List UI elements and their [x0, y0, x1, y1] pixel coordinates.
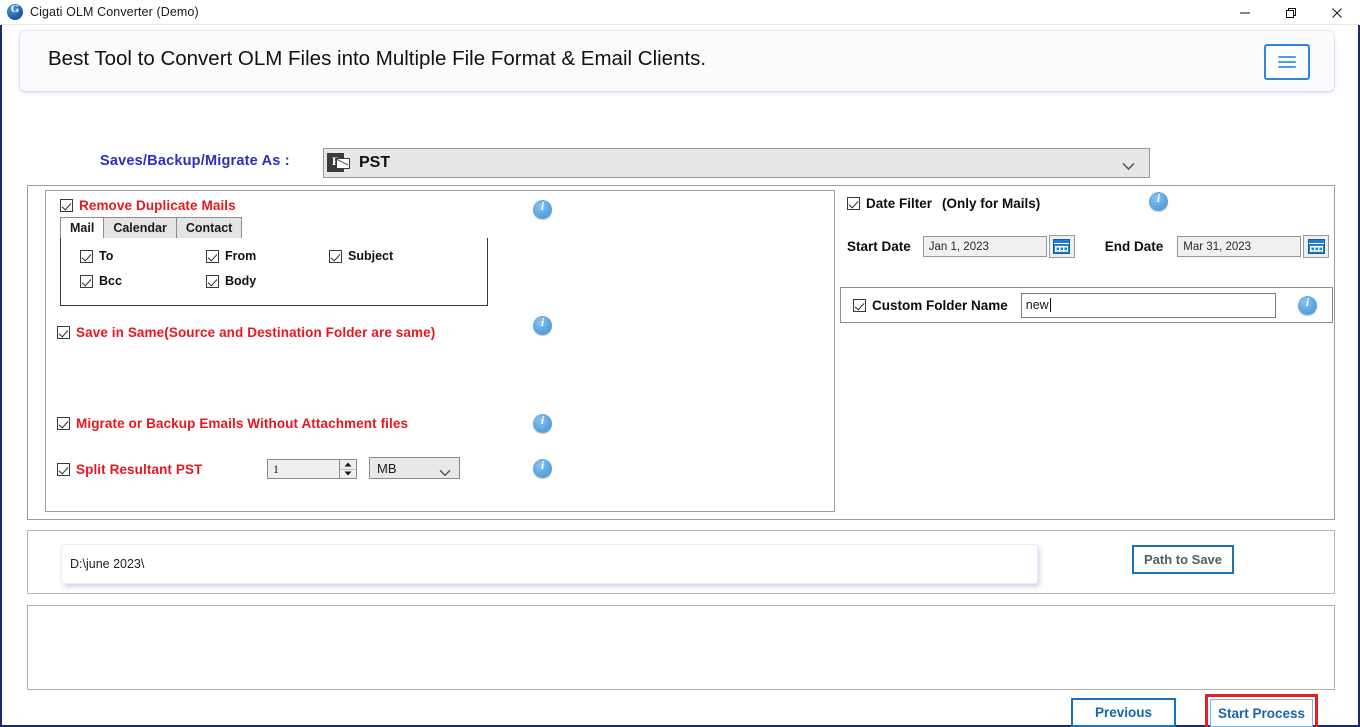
criteria-body-checkbox[interactable]	[206, 274, 219, 288]
chevron-down-icon	[1122, 158, 1135, 176]
start-process-button[interactable]: Start Process	[1210, 699, 1313, 727]
format-select[interactable]: PST	[323, 148, 1150, 178]
custom-folder-input[interactable]: new	[1020, 292, 1276, 318]
split-pst-option[interactable]: Split Resultant PST	[57, 462, 202, 477]
start-date-label: Start Date	[847, 239, 911, 254]
path-to-save-button[interactable]: Path to Save	[1132, 545, 1234, 574]
info-icon-date-filter[interactable]	[1149, 191, 1168, 211]
tab-mail[interactable]: Mail	[60, 217, 105, 238]
header-banner: Best Tool to Convert OLM Files into Mult…	[20, 31, 1334, 91]
cigati-logo-icon	[7, 3, 23, 20]
close-icon[interactable]	[1314, 0, 1360, 25]
without-attachment-option[interactable]: Migrate or Backup Emails Without Attachm…	[57, 416, 408, 431]
criteria-subject[interactable]: Subject	[329, 249, 393, 263]
criteria-from-label: From	[225, 249, 257, 263]
window-title: Cigati OLM Converter (Demo)	[30, 5, 199, 19]
window-controls	[1222, 0, 1360, 25]
start-process-highlight: Start Process	[1205, 694, 1318, 727]
caret-up-icon[interactable]	[340, 460, 356, 470]
save-path-input[interactable]: D:\june 2023\	[61, 544, 1038, 584]
minimize-icon[interactable]	[1222, 0, 1268, 25]
without-attachment-checkbox[interactable]	[57, 417, 70, 430]
custom-folder-checkbox[interactable]	[853, 298, 866, 312]
criteria-subject-checkbox[interactable]	[329, 249, 342, 263]
path-panel: D:\june 2023\ Path to Save	[27, 530, 1335, 594]
date-filter-note: (Only for Mails)	[942, 196, 1041, 211]
previous-button[interactable]: Previous	[1071, 698, 1176, 727]
criteria-from[interactable]: From	[206, 249, 256, 263]
custom-folder-box: Custom Folder Name new	[840, 287, 1333, 323]
duplicate-criteria-panel: To From Subject Bcc Body	[60, 238, 488, 306]
custom-folder-value: new	[1025, 298, 1049, 312]
info-icon-remove-duplicate[interactable]	[533, 199, 552, 219]
duplicate-criteria-tabs: Mail Calendar Contact	[60, 217, 488, 239]
hamburger-bars	[1278, 53, 1296, 71]
remove-duplicate-label: Remove Duplicate Mails	[79, 198, 236, 213]
split-size-value[interactable]: 1	[268, 462, 339, 477]
criteria-bcc[interactable]: Bcc	[80, 274, 122, 288]
window-body: Best Tool to Convert OLM Files into Mult…	[0, 25, 1360, 727]
format-selected-value: PST	[359, 154, 391, 171]
text-caret	[1049, 298, 1051, 312]
restore-icon[interactable]	[1268, 0, 1314, 25]
chevron-down-icon-unit	[439, 464, 451, 482]
criteria-to-checkbox[interactable]	[80, 249, 93, 263]
end-date-input[interactable]: Mar 31, 2023	[1177, 236, 1302, 257]
criteria-from-checkbox[interactable]	[206, 249, 219, 263]
end-date-label: End Date	[1104, 239, 1164, 254]
split-unit-select[interactable]: MB	[369, 457, 460, 479]
split-size-stepper[interactable]: 1	[267, 459, 357, 479]
date-filter-label: Date Filter	[866, 196, 933, 211]
split-pst-checkbox[interactable]	[57, 463, 70, 476]
tab-contact[interactable]: Contact	[175, 217, 243, 238]
save-in-same-option[interactable]: Save in Same(Source and Destination Fold…	[57, 325, 435, 340]
split-size-arrows	[339, 460, 356, 478]
custom-folder-label: Custom Folder Name	[872, 297, 1008, 313]
criteria-subject-label: Subject	[348, 249, 394, 263]
remove-duplicate-checkbox[interactable]	[60, 199, 73, 212]
calendar-icon-start[interactable]	[1048, 235, 1075, 258]
date-range-row: Start Date Jan 1, 2023 End Date Mar 31, …	[847, 235, 1330, 258]
info-icon-split-pst[interactable]	[533, 458, 552, 478]
caret-down-icon[interactable]	[340, 469, 356, 478]
criteria-body-label: Body	[225, 274, 257, 288]
date-filter-option[interactable]: Date Filter (Only for Mails)	[847, 196, 1040, 211]
date-filter-checkbox[interactable]	[847, 197, 860, 210]
info-icon-save-in-same[interactable]	[533, 315, 552, 335]
info-icon-custom-folder[interactable]	[1298, 295, 1317, 315]
page-title: Best Tool to Convert OLM Files into Mult…	[48, 47, 707, 70]
criteria-to[interactable]: To	[80, 249, 113, 263]
without-attachment-label: Migrate or Backup Emails Without Attachm…	[76, 416, 409, 431]
criteria-bcc-label: Bcc	[99, 274, 122, 288]
split-unit-value: MB	[377, 460, 397, 476]
criteria-to-label: To	[99, 249, 114, 263]
remove-duplicate-mails-option[interactable]: Remove Duplicate Mails	[60, 198, 236, 213]
save-in-same-label: Save in Same(Source and Destination Fold…	[76, 325, 436, 340]
split-pst-label: Split Resultant PST	[76, 462, 203, 477]
tab-calendar[interactable]: Calendar	[103, 217, 177, 238]
save-in-same-checkbox[interactable]	[57, 326, 70, 339]
title-bar: Cigati OLM Converter (Demo)	[0, 0, 1360, 25]
format-label: Saves/Backup/Migrate As :	[100, 153, 290, 169]
criteria-body[interactable]: Body	[206, 274, 256, 288]
info-icon-without-attachment[interactable]	[533, 413, 552, 433]
start-date-input[interactable]: Jan 1, 2023	[922, 236, 1047, 257]
calendar-icon-end[interactable]	[1303, 235, 1330, 258]
application-window: Cigati OLM Converter (Demo) Best	[0, 0, 1360, 727]
criteria-bcc-checkbox[interactable]	[80, 274, 93, 288]
hamburger-menu-icon[interactable]	[1264, 44, 1310, 80]
pst-file-icon	[327, 152, 352, 174]
log-panel	[27, 605, 1335, 690]
